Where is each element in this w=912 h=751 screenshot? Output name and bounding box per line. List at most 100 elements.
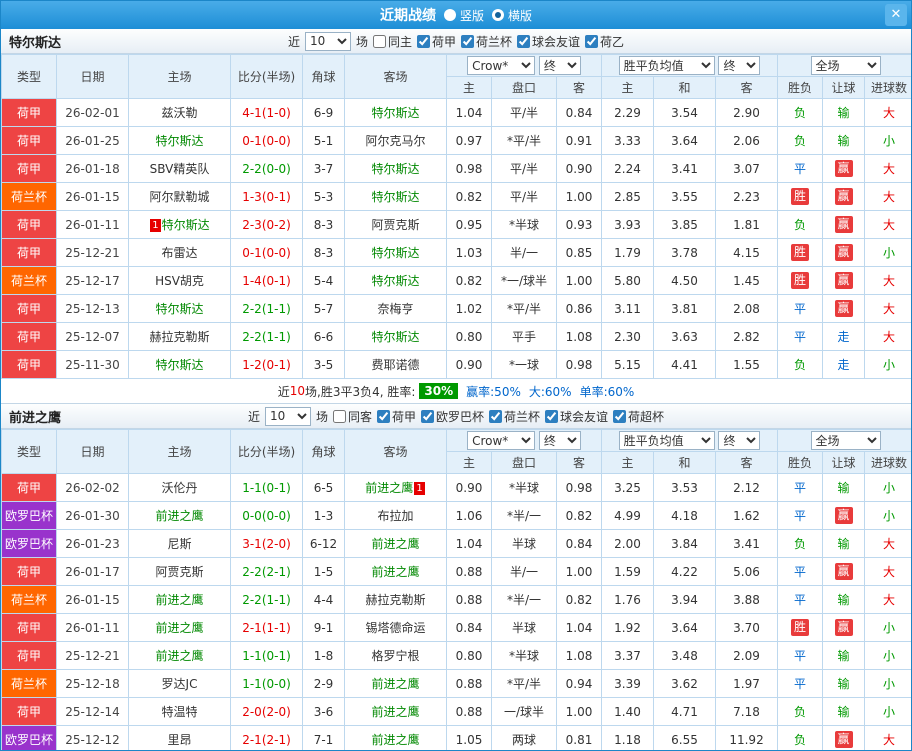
league-filter[interactable]: 荷兰杯: [489, 408, 540, 425]
summary-segment: 赢率:50%: [466, 383, 521, 400]
euro-loss-odds: 1.55: [716, 351, 778, 379]
euro-loss-odds: 2.09: [716, 642, 778, 670]
close-button[interactable]: ✕: [885, 4, 907, 26]
league-filter[interactable]: 荷超杯: [613, 408, 664, 425]
result-cell: 平: [778, 586, 823, 614]
home-team-cell: 赫拉克勒斯: [129, 323, 231, 351]
league-filter[interactable]: 球会友谊: [545, 408, 608, 425]
asian-handicap: *半球: [492, 211, 557, 239]
euro-loss-odds: 3.70: [716, 614, 778, 642]
league-filter[interactable]: 荷兰杯: [461, 33, 512, 50]
league-filter[interactable]: 欧罗巴杯: [421, 408, 484, 425]
away-team-cell: 特尔斯达: [345, 183, 447, 211]
sub-loss: 客: [716, 452, 778, 474]
same-venue-checkbox[interactable]: [373, 35, 386, 48]
match-scope-select[interactable]: 全场: [811, 431, 881, 450]
match-scope-select[interactable]: 全场: [811, 56, 881, 75]
euro-loss-odds: 4.15: [716, 239, 778, 267]
corner-count: 1-3: [303, 502, 345, 530]
league-filter-checkbox[interactable]: [421, 410, 434, 423]
league-filter-checkbox[interactable]: [517, 35, 530, 48]
sub-away: 客: [557, 77, 602, 99]
asian-away-odds: 0.82: [557, 586, 602, 614]
team-name: 特尔斯达: [155, 134, 203, 148]
goals-result-cell: 大: [865, 183, 912, 211]
league-filter[interactable]: 球会友谊: [517, 33, 580, 50]
goals-result-cell: 小: [865, 698, 912, 726]
asian-home-odds: 0.80: [447, 323, 492, 351]
sub-let: 让球: [823, 452, 865, 474]
team-name: 特尔斯达: [371, 106, 419, 120]
result-value: 负: [794, 705, 806, 719]
goals-result-cell: 大: [865, 295, 912, 323]
handicap-result-value: 输: [838, 537, 850, 551]
recent-results-dialog: 近期战绩 竖版 横版 ✕ 特尔斯达 近 10 场 同主 荷甲荷兰杯球会友谊荷乙: [0, 0, 912, 751]
away-team-cell: 特尔斯达: [345, 99, 447, 127]
league-filter-checkbox[interactable]: [377, 410, 390, 423]
league-filter-checkbox[interactable]: [417, 35, 430, 48]
asian-home-odds: 0.80: [447, 642, 492, 670]
corner-count: 9-1: [303, 614, 345, 642]
match-row: 荷甲26-02-01兹沃勒4-1(1-0)6-9特尔斯达1.04平/半0.842…: [2, 99, 912, 127]
match-score: 3-1(2-0): [231, 530, 303, 558]
final-odds-select2[interactable]: 终: [718, 56, 760, 75]
sub-win: 主: [602, 77, 654, 99]
result-value: 负: [794, 218, 806, 232]
avg-odds-select[interactable]: 胜平负均值: [619, 56, 715, 75]
league-filter[interactable]: 荷甲: [417, 33, 456, 50]
league-filter-checkbox[interactable]: [585, 35, 598, 48]
final-odds-select[interactable]: 终: [539, 56, 581, 75]
handicap-result-cell: 赢: [823, 558, 865, 586]
col-corner: 角球: [303, 55, 345, 99]
league-badge: 荷甲: [2, 351, 57, 379]
euro-loss-odds: 7.18: [716, 698, 778, 726]
result-cell: 负: [778, 127, 823, 155]
same-venue-filter[interactable]: 同客: [333, 408, 372, 425]
away-team-cell: 特尔斯达: [345, 267, 447, 295]
team-name: 特尔斯达: [371, 330, 419, 344]
result-cell: 平: [778, 502, 823, 530]
handicap-result-cell: 输: [823, 127, 865, 155]
match-score: 0-1(0-0): [231, 239, 303, 267]
euro-draw-odds: 3.64: [654, 127, 716, 155]
corner-count: 5-3: [303, 183, 345, 211]
team-section-telstar: 特尔斯达 近 10 场 同主 荷甲荷兰杯球会友谊荷乙 类型 日期 主场 比分(半…: [1, 29, 911, 404]
odds-company-select[interactable]: Crow*: [467, 431, 535, 450]
goals-result-cell: 小: [865, 642, 912, 670]
final-odds-select[interactable]: 终: [539, 431, 581, 450]
sub-draw: 和: [654, 452, 716, 474]
handicap-result-value: 输: [838, 481, 850, 495]
goals-result-value: 小: [883, 509, 895, 523]
layout-radio-vertical[interactable]: 竖版: [444, 7, 484, 24]
match-score: 0-0(0-0): [231, 502, 303, 530]
final-odds-select2[interactable]: 终: [718, 431, 760, 450]
match-count-select[interactable]: 10: [305, 32, 351, 51]
result-cell: 胜: [778, 267, 823, 295]
team-name: 布拉加: [377, 509, 413, 523]
away-team-cell: 格罗宁根: [345, 642, 447, 670]
league-filter-checkbox[interactable]: [461, 35, 474, 48]
near-label: 近: [248, 408, 260, 425]
euro-win-odds: 1.40: [602, 698, 654, 726]
euro-loss-odds: 1.45: [716, 267, 778, 295]
league-badge: 欧罗巴杯: [2, 530, 57, 558]
league-filter[interactable]: 荷乙: [585, 33, 624, 50]
euro-draw-odds: 3.41: [654, 155, 716, 183]
league-badge: 荷甲: [2, 614, 57, 642]
layout-radio-horizontal[interactable]: 横版: [492, 7, 532, 24]
same-venue-checkbox[interactable]: [333, 410, 346, 423]
asian-away-odds: 0.86: [557, 295, 602, 323]
avg-odds-select[interactable]: 胜平负均值: [619, 431, 715, 450]
match-date: 26-01-30: [57, 502, 129, 530]
league-filter-checkbox[interactable]: [545, 410, 558, 423]
same-venue-filter[interactable]: 同主: [373, 33, 412, 50]
results-body: 荷甲26-02-01兹沃勒4-1(1-0)6-9特尔斯达1.04平/半0.842…: [2, 99, 912, 379]
odds-company-select[interactable]: Crow*: [467, 56, 535, 75]
away-team-cell: 前进之鹰: [345, 726, 447, 751]
league-filter-checkbox[interactable]: [489, 410, 502, 423]
match-count-select[interactable]: 10: [265, 407, 311, 426]
league-filter-checkbox[interactable]: [613, 410, 626, 423]
euro-draw-odds: 3.94: [654, 586, 716, 614]
league-filter[interactable]: 荷甲: [377, 408, 416, 425]
league-badge: 荷甲: [2, 295, 57, 323]
